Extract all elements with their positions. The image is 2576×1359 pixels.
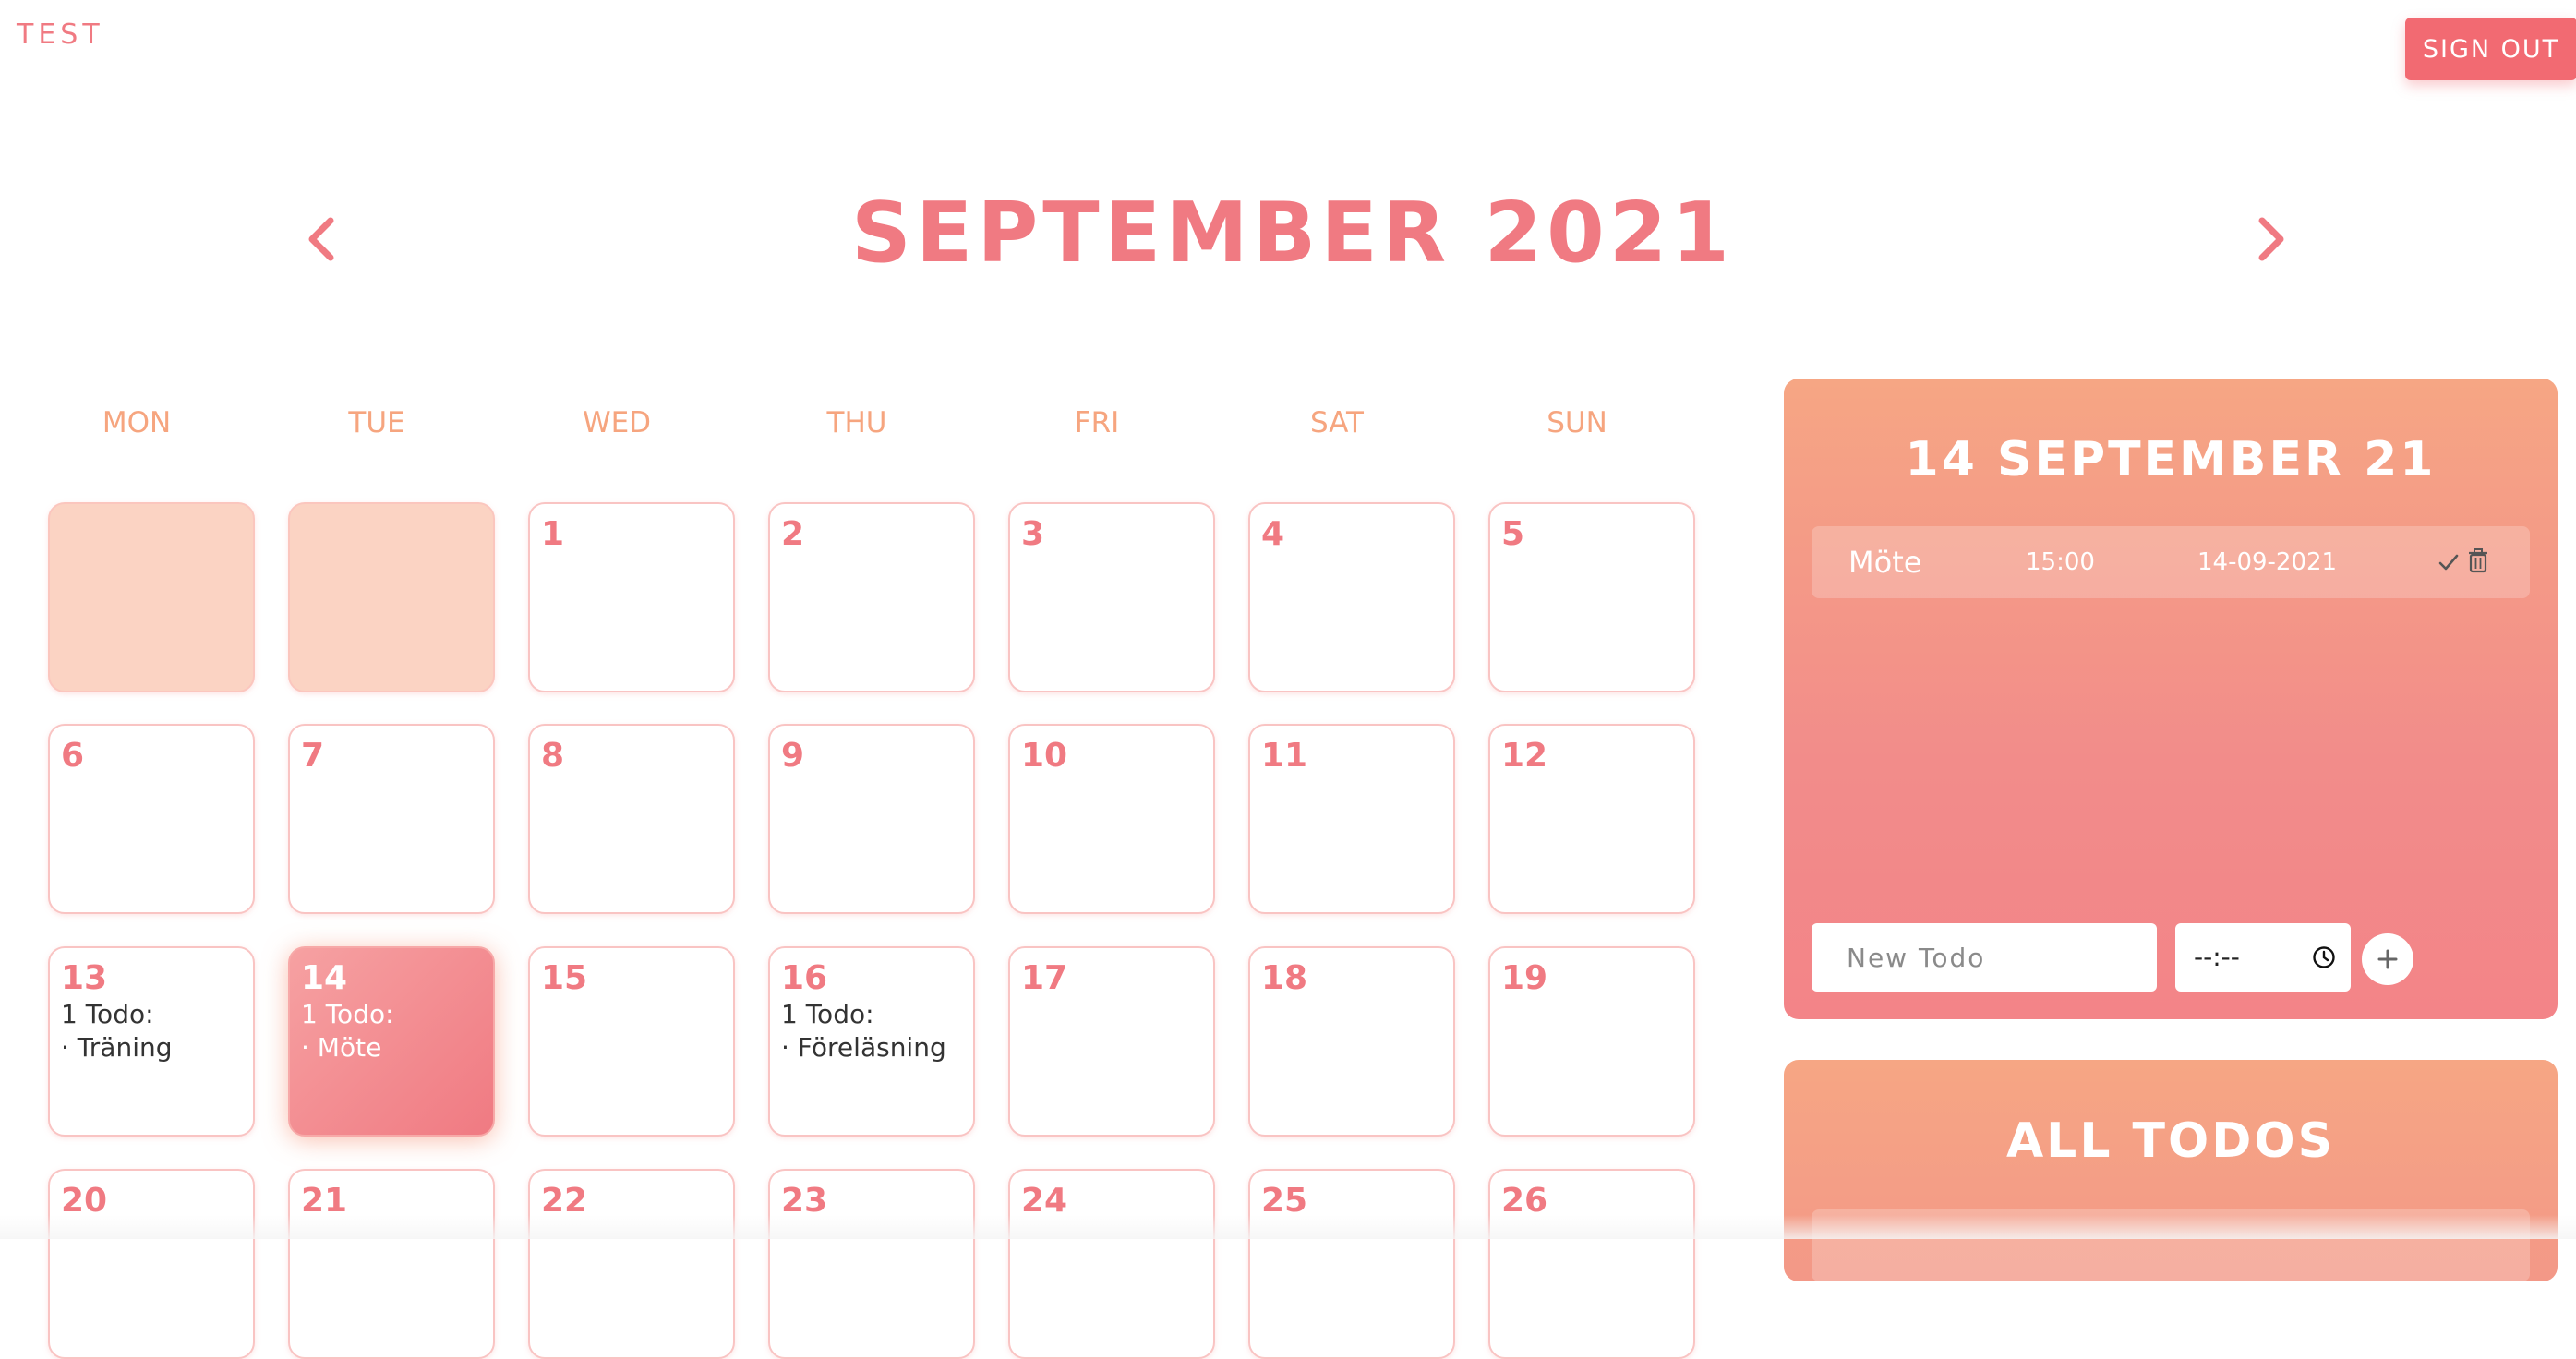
day-number: 3 <box>1021 515 1045 553</box>
weekday-sun: SUN <box>1547 406 1607 439</box>
weekday-sat: SAT <box>1310 406 1364 439</box>
day-cell[interactable]: 19 <box>1488 946 1695 1137</box>
new-todo-input[interactable] <box>1812 923 2157 992</box>
day-cell[interactable]: 17 <box>1008 946 1215 1137</box>
day-cell[interactable]: 16 1 Todo: · Föreläsning <box>768 946 975 1137</box>
day-number: 6 <box>61 737 85 775</box>
weekday-tue: TUE <box>348 406 405 439</box>
todo-item[interactable]: Möte 15:00 14-09-2021 <box>1812 526 2530 598</box>
weekday-fri: FRI <box>1074 406 1120 439</box>
day-number: 19 <box>1501 959 1548 997</box>
day-cell[interactable]: 22 <box>528 1169 735 1359</box>
selected-day-panel: 14 SEPTEMBER 21 Möte 15:00 14-09-2021 --… <box>1784 379 2558 1019</box>
day-cell[interactable]: 6 <box>48 724 255 914</box>
todo-date: 14-09-2021 <box>2197 548 2338 576</box>
day-todo-count: 1 Todo: <box>301 999 394 1029</box>
day-number: 9 <box>781 737 805 775</box>
day-cell[interactable]: 20 <box>48 1169 255 1359</box>
day-number: 11 <box>1261 737 1308 775</box>
all-todos-panel: ALL TODOS <box>1784 1060 2558 1281</box>
day-cell[interactable]: 3 <box>1008 502 1215 692</box>
day-number: 1 <box>541 515 565 553</box>
day-todo-item: · Träning <box>61 1032 173 1063</box>
month-title: SEPTEMBER 2021 <box>851 185 1734 282</box>
day-todo-count: 1 Todo: <box>781 999 874 1029</box>
day-todo-item: · Möte <box>301 1032 382 1063</box>
chevron-right-icon <box>2258 217 2284 261</box>
day-cell[interactable]: 9 <box>768 724 975 914</box>
day-number: 14 <box>301 959 348 997</box>
day-cell[interactable]: 5 <box>1488 502 1695 692</box>
app-brand: TEST <box>17 18 104 51</box>
day-cell-empty <box>48 502 255 692</box>
time-input-value: --:-- <box>2194 942 2240 972</box>
day-number: 2 <box>781 515 805 553</box>
todo-time-input[interactable]: --:-- <box>2175 923 2351 992</box>
day-cell[interactable]: 24 <box>1008 1169 1215 1359</box>
trash-icon[interactable] <box>2467 547 2489 574</box>
weekday-thu: THU <box>826 406 887 439</box>
day-number: 5 <box>1501 515 1525 553</box>
clock-icon[interactable] <box>2312 945 2336 969</box>
day-number: 18 <box>1261 959 1308 997</box>
all-todos-title: ALL TODOS <box>2005 1113 2336 1169</box>
next-month-button[interactable] <box>2244 210 2299 269</box>
day-cell[interactable]: 26 <box>1488 1169 1695 1359</box>
day-number: 15 <box>541 959 588 997</box>
day-number: 8 <box>541 737 565 775</box>
day-cell[interactable]: 4 <box>1248 502 1455 692</box>
day-cell[interactable]: 7 <box>288 724 495 914</box>
plus-icon <box>2377 949 2398 969</box>
scroll-fade <box>0 1215 2576 1239</box>
day-cell[interactable]: 2 <box>768 502 975 692</box>
day-todo-item: · Föreläsning <box>781 1032 946 1063</box>
weekday-row: MON TUE WED THU FRI SAT SUN <box>41 406 1703 452</box>
day-cell[interactable]: 12 <box>1488 724 1695 914</box>
day-number: 10 <box>1021 737 1068 775</box>
sign-out-button[interactable]: SIGN OUT <box>2405 18 2576 80</box>
day-cell[interactable]: 18 <box>1248 946 1455 1137</box>
day-cell[interactable]: 1 <box>528 502 735 692</box>
day-cell[interactable]: 25 <box>1248 1169 1455 1359</box>
day-cell[interactable]: 23 <box>768 1169 975 1359</box>
day-number: 4 <box>1261 515 1285 553</box>
todo-time: 15:00 <box>2026 548 2095 576</box>
day-number: 12 <box>1501 737 1548 775</box>
todo-name: Möte <box>1848 545 1922 580</box>
weekday-mon: MON <box>102 406 172 439</box>
day-cell[interactable]: 8 <box>528 724 735 914</box>
day-cell[interactable]: 14 1 Todo: · Möte <box>288 946 495 1137</box>
day-cell[interactable]: 10 <box>1008 724 1215 914</box>
day-cell[interactable]: 13 1 Todo: · Träning <box>48 946 255 1137</box>
month-header: SEPTEMBER 2021 <box>0 175 2576 305</box>
weekday-wed: WED <box>582 406 652 439</box>
day-cell[interactable]: 11 <box>1248 724 1455 914</box>
day-number: 17 <box>1021 959 1068 997</box>
day-todo-count: 1 Todo: <box>61 999 154 1029</box>
add-todo-button[interactable] <box>2362 933 2413 985</box>
day-cell-empty <box>288 502 495 692</box>
day-cell[interactable]: 15 <box>528 946 735 1137</box>
selected-day-title: 14 SEPTEMBER 21 <box>1905 432 2437 487</box>
day-cell[interactable]: 21 <box>288 1169 495 1359</box>
check-icon[interactable] <box>2438 548 2460 576</box>
day-number: 16 <box>781 959 828 997</box>
day-number: 7 <box>301 737 325 775</box>
day-number: 13 <box>61 959 108 997</box>
